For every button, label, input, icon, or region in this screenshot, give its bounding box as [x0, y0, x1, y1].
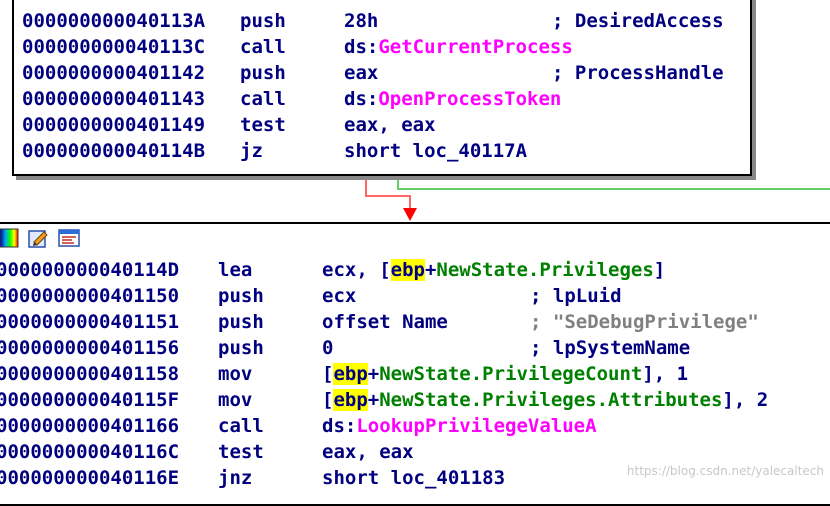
- register-highlight[interactable]: ebp: [333, 363, 368, 385]
- instruction-operands[interactable]: eax: [344, 60, 378, 86]
- operand-text[interactable]: ecx: [322, 285, 356, 307]
- instruction-mnemonic[interactable]: call: [240, 86, 286, 112]
- instruction-operands[interactable]: ecx: [322, 283, 356, 309]
- instruction-address[interactable]: 000000000040116C: [0, 439, 179, 465]
- operand-text[interactable]: ds:: [322, 415, 356, 437]
- register-highlight[interactable]: ebp: [390, 259, 425, 281]
- instruction-address[interactable]: 0000000000401158: [0, 361, 179, 387]
- instruction-mnemonic[interactable]: mov: [218, 387, 252, 413]
- instruction-address[interactable]: 000000000040114D: [0, 257, 179, 283]
- instruction-mnemonic[interactable]: push: [218, 309, 264, 335]
- operand-text[interactable]: [: [322, 389, 333, 411]
- instruction-operands[interactable]: ds:GetCurrentProcess: [344, 34, 573, 60]
- instruction-address[interactable]: 0000000000401151: [0, 309, 179, 335]
- instruction-operands[interactable]: offset Name: [322, 309, 448, 335]
- api-name[interactable]: OpenProcessToken: [378, 88, 561, 110]
- operand-text[interactable]: +: [368, 389, 379, 411]
- operand-text[interactable]: ]: [654, 259, 665, 281]
- instruction-mnemonic[interactable]: lea: [218, 257, 252, 283]
- struct-member[interactable]: NewState.Privileges: [436, 259, 653, 281]
- instruction-operands[interactable]: 0: [322, 335, 333, 361]
- instruction-operands[interactable]: ecx, [ebp+NewState.Privileges]: [322, 257, 665, 283]
- operand-text[interactable]: offset Name: [322, 311, 448, 333]
- color-palette-icon[interactable]: [0, 228, 20, 248]
- instruction-mnemonic[interactable]: push: [218, 335, 264, 361]
- instruction-comment: ; "SeDebugPrivilege": [530, 311, 759, 333]
- operand-text[interactable]: short loc_40117A: [344, 140, 527, 162]
- instruction-mnemonic[interactable]: test: [218, 439, 264, 465]
- operand-text[interactable]: [: [322, 363, 333, 385]
- instruction-mnemonic[interactable]: mov: [218, 361, 252, 387]
- instruction-operands[interactable]: [ebp+NewState.Privileges.Attributes], 2: [322, 387, 768, 413]
- instruction-operands[interactable]: eax, eax: [344, 112, 436, 138]
- instruction-operands[interactable]: eax, eax: [322, 439, 414, 465]
- instruction-mnemonic[interactable]: push: [240, 8, 286, 34]
- operand-text[interactable]: ], 2: [722, 389, 768, 411]
- operand-text[interactable]: 0: [322, 337, 333, 359]
- edge-arrowhead: [403, 208, 417, 221]
- instruction-address[interactable]: 000000000040115F: [0, 387, 179, 413]
- instruction-address[interactable]: 0000000000401166: [0, 413, 179, 439]
- instruction-mnemonic[interactable]: push: [240, 60, 286, 86]
- operand-text[interactable]: ], 1: [642, 363, 688, 385]
- operand-text[interactable]: ds:: [344, 88, 378, 110]
- instruction-address[interactable]: 0000000000401143: [22, 86, 205, 112]
- block-toolbar: [0, 224, 830, 250]
- operand-text[interactable]: +: [368, 363, 379, 385]
- instruction-address[interactable]: 0000000000401142: [22, 60, 205, 86]
- api-name[interactable]: LookupPrivilegeValueA: [356, 415, 596, 437]
- instruction-operands[interactable]: 28h: [344, 8, 378, 34]
- instruction-mnemonic[interactable]: jz: [240, 138, 263, 164]
- operand-text[interactable]: eax, eax: [322, 441, 414, 463]
- instruction-comment: ; lpLuid: [530, 285, 622, 307]
- operand-text[interactable]: eax: [344, 62, 378, 84]
- instruction-address[interactable]: 000000000040114B: [22, 138, 205, 164]
- instruction-address[interactable]: 000000000040113A: [22, 8, 205, 34]
- instruction-mnemonic[interactable]: call: [240, 34, 286, 60]
- operand-text[interactable]: 28h: [344, 10, 378, 32]
- watermark: https://blog.csdn.net/yalecaltech: [626, 464, 824, 478]
- instruction-operands[interactable]: ds:OpenProcessToken: [344, 86, 561, 112]
- instruction-operands[interactable]: short loc_401183: [322, 465, 505, 491]
- instruction-address[interactable]: 000000000040113C: [22, 34, 205, 60]
- operand-text[interactable]: eax, eax: [344, 114, 436, 136]
- operand-text[interactable]: +: [425, 259, 436, 281]
- instruction-address[interactable]: 0000000000401149: [22, 112, 205, 138]
- edit-pencil-icon[interactable]: [28, 228, 50, 248]
- instruction-address[interactable]: 0000000000401150: [0, 283, 179, 309]
- instruction-comment: ; DesiredAccess: [552, 10, 724, 32]
- branch-edge-true: [397, 174, 830, 190]
- graph-view-icon[interactable]: [58, 228, 80, 248]
- operand-text[interactable]: ds:: [344, 36, 378, 58]
- instruction-comment: ; lpSystemName: [530, 337, 691, 359]
- api-name[interactable]: GetCurrentProcess: [378, 36, 572, 58]
- operand-text[interactable]: short loc_401183: [322, 467, 505, 489]
- instruction-mnemonic[interactable]: call: [218, 413, 264, 439]
- instruction-mnemonic[interactable]: jnz: [218, 465, 252, 491]
- struct-member[interactable]: NewState.Privileges.Attributes: [379, 389, 722, 411]
- instruction-comment: ; ProcessHandle: [552, 62, 724, 84]
- instruction-operands[interactable]: [ebp+NewState.PrivilegeCount], 1: [322, 361, 688, 387]
- struct-member[interactable]: NewState.PrivilegeCount: [379, 363, 642, 385]
- instruction-operands[interactable]: short loc_40117A: [344, 138, 527, 164]
- instruction-mnemonic[interactable]: push: [218, 283, 264, 309]
- operand-text[interactable]: ecx, [: [322, 259, 391, 281]
- branch-edge-false: [365, 174, 411, 212]
- instruction-address[interactable]: 000000000040116E: [0, 465, 179, 491]
- instruction-operands[interactable]: ds:LookupPrivilegeValueA: [322, 413, 597, 439]
- instruction-address[interactable]: 0000000000401156: [0, 335, 179, 361]
- code-block-1[interactable]: 000000000040113A push 28h ; DesiredAccess 00…: [12, 0, 752, 176]
- register-highlight[interactable]: ebp: [333, 389, 368, 411]
- instruction-mnemonic[interactable]: test: [240, 112, 286, 138]
